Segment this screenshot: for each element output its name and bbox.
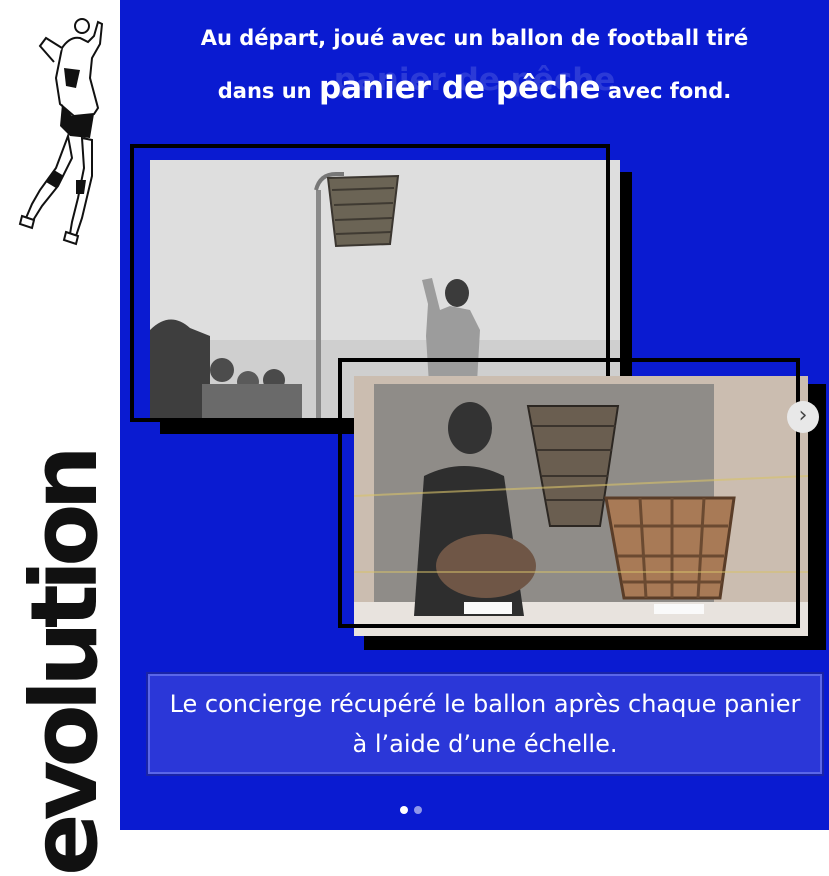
carousel-dot-1[interactable] <box>400 806 408 814</box>
slide-panel: panier de pêche Au départ, joué avec un … <box>120 0 829 830</box>
carousel-dots <box>400 806 422 814</box>
photo-2-frame <box>338 358 800 628</box>
carousel-dot-2[interactable] <box>414 806 422 814</box>
headline-prefix: dans un <box>217 79 319 103</box>
headline-line-1: Au départ, joué avec un ballon de footba… <box>200 26 749 50</box>
basketball-player-illustration <box>18 18 104 246</box>
headline-line-2: dans un panier de pêche avec fond. <box>120 70 829 106</box>
headline-emphasis: panier de pêche <box>318 70 601 106</box>
next-arrow-icon[interactable]: › <box>787 401 819 433</box>
caption-box: Le concierge récupéré le ballon après ch… <box>146 672 824 776</box>
caption-text: Le concierge récupéré le ballon après ch… <box>169 690 801 758</box>
sidebar: evolution <box>0 0 120 876</box>
vertical-title: evolution <box>11 452 118 876</box>
headline-suffix: avec fond. <box>600 79 732 103</box>
